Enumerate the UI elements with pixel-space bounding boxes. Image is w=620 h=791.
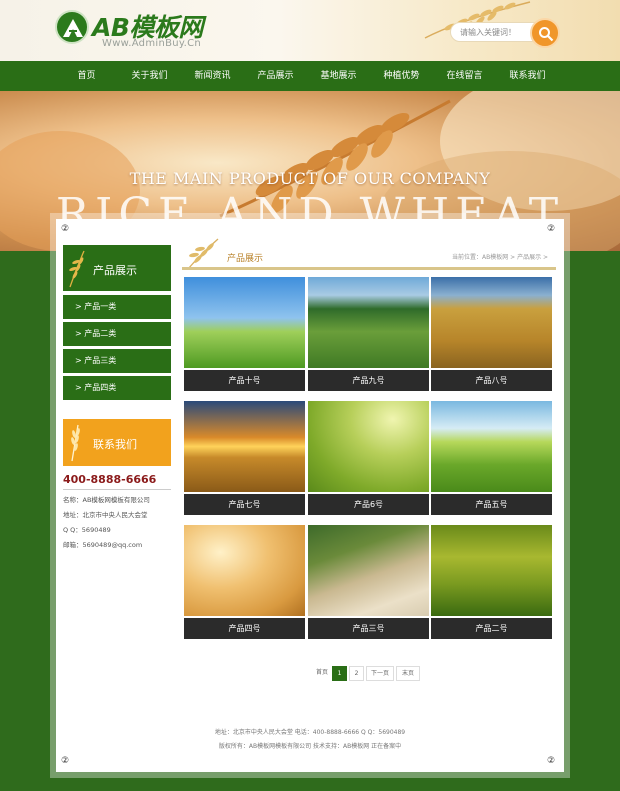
breadcrumb[interactable]: 当前位置：AB模板网 > 产品展示 > [452, 252, 548, 261]
search-icon [539, 27, 554, 42]
contact-title-text: 联系我们 [93, 438, 137, 451]
section-title: 产品展示 [227, 254, 264, 264]
product-image[interactable] [431, 277, 552, 368]
sidebar-item-cat1[interactable]: > 产品一类 [63, 295, 171, 319]
site-header: AB模板网 Www.AdminBuy.Cn 请输入关键词！ [0, 0, 620, 61]
banner-title: THE MAIN PRODUCT OF OUR COMPANY [129, 169, 491, 188]
sidebar-item-cat2[interactable]: > 产品二类 [63, 322, 171, 346]
product-card[interactable]: 产品七号 [184, 401, 305, 515]
product-image[interactable] [308, 401, 429, 492]
product-image[interactable] [184, 401, 305, 492]
footer-contact: 地址：北京市中央人民大会堂 电话：400-8888-6666 Q Q：56904… [214, 729, 406, 736]
product-card[interactable]: 产品九号 [308, 277, 429, 391]
sidebar-item-cat3[interactable]: > 产品三类 [63, 349, 171, 373]
nav-news[interactable]: 新闻资讯 [181, 61, 244, 91]
corner-mark: ② [547, 224, 556, 234]
product-image[interactable] [184, 525, 305, 616]
product-caption[interactable]: 产品二号 [431, 618, 552, 639]
product-caption[interactable]: 产品十号 [184, 370, 305, 391]
contact-title: 联系我们 [63, 419, 171, 466]
product-card[interactable]: 产品二号 [431, 525, 552, 639]
contact-email: 邮箱：5690489@qq.com [63, 541, 143, 549]
product-card[interactable]: 产品八号 [431, 277, 552, 391]
nav-home[interactable]: 首页 [55, 61, 118, 91]
contact-address: 地址：北京市中央人民大会堂 [63, 511, 148, 519]
corner-mark: ② [61, 756, 70, 766]
sidebar-title: 产品展示 [63, 245, 171, 291]
product-image[interactable] [308, 277, 429, 368]
wheat-icon [69, 250, 85, 288]
wheat-icon [187, 238, 219, 270]
nav-message[interactable]: 在线留言 [433, 61, 496, 91]
product-caption[interactable]: 产品五号 [431, 494, 552, 515]
product-card[interactable]: 产品三号 [308, 525, 429, 639]
product-card[interactable]: 产品五号 [431, 401, 552, 515]
product-card[interactable]: 产品四号 [184, 525, 305, 639]
page-2[interactable]: 2 [349, 666, 364, 681]
logo-icon[interactable] [55, 10, 89, 44]
page-1[interactable]: 1 [332, 666, 347, 681]
product-image[interactable] [184, 277, 305, 368]
product-image[interactable] [308, 525, 429, 616]
product-caption[interactable]: 产品七号 [184, 494, 305, 515]
page-next[interactable]: 下一页 [366, 666, 394, 681]
product-caption[interactable]: 产品八号 [431, 370, 552, 391]
nav-contact[interactable]: 联系我们 [496, 61, 559, 91]
product-card[interactable]: 产品6号 [308, 401, 429, 515]
page-first[interactable]: 首页 [314, 666, 330, 681]
pagination: 首页 1 2 下一页 末页 [314, 666, 420, 681]
product-caption[interactable]: 产品三号 [308, 618, 429, 639]
nav-about[interactable]: 关于我们 [118, 61, 181, 91]
main-nav: 首页 关于我们 新闻资讯 产品展示 基地展示 种植优势 在线留言 联系我们 [0, 61, 620, 91]
footer-copyright: 版权所有：AB模板网模板有限公司 技术支持：AB模板网 正在备案中 [218, 743, 402, 750]
product-caption[interactable]: 产品6号 [308, 494, 429, 515]
contact-qq: Q Q：5690489 [63, 526, 111, 534]
nav-base[interactable]: 基地展示 [307, 61, 370, 91]
contact-name: 名称：AB模板网模板有限公司 [63, 496, 150, 504]
sidebar-item-cat4[interactable]: > 产品四类 [63, 376, 171, 400]
corner-mark: ② [547, 756, 556, 766]
logo-url: Www.AdminBuy.Cn [102, 38, 202, 49]
contact-phone: 400-8888-6666 [63, 473, 157, 486]
product-caption[interactable]: 产品四号 [184, 618, 305, 639]
divider [63, 489, 171, 490]
wheat-icon [71, 424, 80, 462]
page-last[interactable]: 末页 [396, 666, 420, 681]
nav-products[interactable]: 产品展示 [244, 61, 307, 91]
corner-mark: ② [61, 224, 70, 234]
product-card[interactable]: 产品十号 [184, 277, 305, 391]
product-image[interactable] [431, 525, 552, 616]
nav-advantage[interactable]: 种植优势 [370, 61, 433, 91]
section-header: 产品展示 当前位置：AB模板网 > 产品展示 > [182, 235, 556, 270]
search-button[interactable] [530, 18, 560, 48]
sidebar-title-text: 产品展示 [93, 264, 137, 277]
product-image[interactable] [431, 401, 552, 492]
product-caption[interactable]: 产品九号 [308, 370, 429, 391]
